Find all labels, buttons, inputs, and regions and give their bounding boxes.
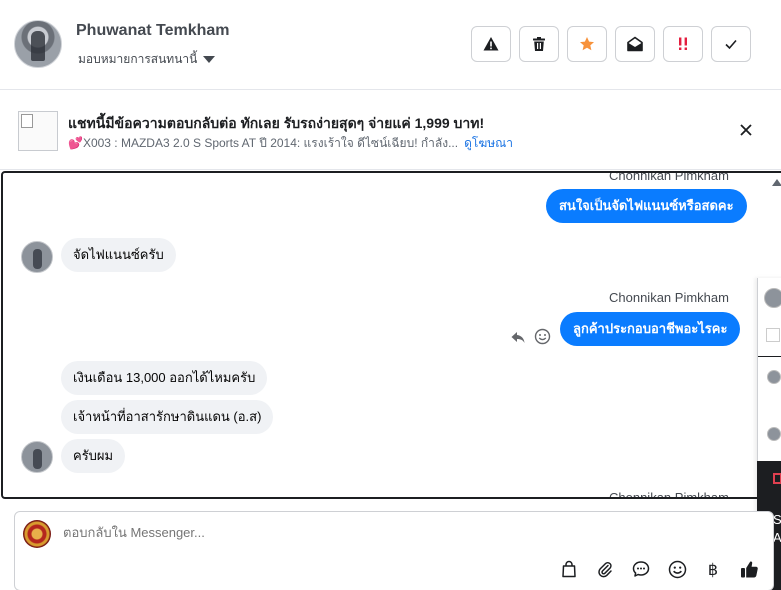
calendar-icon [773,473,781,484]
thumbs-up-icon[interactable] [739,559,759,579]
paperclip-icon[interactable] [595,559,615,579]
reply-input[interactable] [63,525,663,540]
emoji-icon[interactable] [667,559,687,579]
warning-icon [483,37,499,51]
outgoing-message[interactable]: ลูกค้าประกอบอาชีพอะไรคะ [560,312,741,346]
spam-button[interactable] [663,26,703,62]
assign-label: มอบหมายการสนทนานี้ [78,52,198,66]
check-icon [725,39,737,50]
emoji-reaction-icon[interactable] [534,328,551,345]
mark-done-button[interactable] [711,26,751,62]
ad-subtitle-row: 💕X003 : MAZDA3 2.0 S Sports AT ปี 2014: … [68,134,513,153]
conversation-header: Phuwanat Temkham มอบหมายการสนทนานี้ [0,0,781,90]
star-button[interactable] [567,26,607,62]
ad-description: 💕X003 : MAZDA3 2.0 S Sports AT ปี 2014: … [68,136,459,150]
incoming-message[interactable]: เงินเดือน 13,000 ออกได้ไหมครับ [61,361,268,395]
page-avatar [23,520,51,548]
incoming-message[interactable]: จัดไฟแนนซ์ครับ [61,238,176,272]
delete-button[interactable] [519,26,559,62]
envelope-open-icon [627,36,643,52]
view-ad-link[interactable]: ดูโฆษณา [464,136,513,150]
incoming-message[interactable]: เจ้าหน้าที่อาสารักษาดินแดน (อ.ส) [61,400,274,434]
customer-avatar-small [21,441,53,473]
bag-icon[interactable] [559,559,579,579]
panel-avatar [764,288,781,308]
ad-title: แชทนี้มีข้อความตอบกลับต่อ ทักเลย รับรถง่… [68,115,485,131]
scroll-up-arrow-icon[interactable] [772,179,781,186]
incoming-message[interactable]: ครับผม [61,439,126,473]
reply-composer: ฿ [14,511,774,590]
conversation-actions [471,26,751,62]
spam-icon [679,37,687,50]
report-button[interactable] [471,26,511,62]
panel-divider [758,356,781,357]
customer-avatar-small [21,241,53,273]
side-panel-letter: S [773,512,781,527]
ad-thumbnail-image[interactable] [18,111,58,151]
trash-icon [533,37,545,51]
chat-bubble-icon[interactable] [631,559,651,579]
panel-avatar [767,370,781,384]
customer-avatar[interactable] [14,20,62,68]
ad-context-banner: แชทนี้มีข้อความตอบกลับต่อ ทักเลย รับรถง่… [0,92,781,170]
reply-icon[interactable] [510,329,526,345]
outgoing-message[interactable]: สนใจเป็นจัดไฟแนนซ์หรือสดคะ [546,189,747,223]
side-panel-letter: A [773,530,781,545]
message-sender-name: Chonnikan Pimkham [609,290,729,305]
message-thread[interactable]: Chonnikan Pimkham สนใจเป็นจัดไฟแนนซ์หรือ… [1,171,781,499]
mark-unread-button[interactable] [615,26,655,62]
message-tools [510,328,551,345]
message-sender-name: Chonnikan Pimkham [609,171,729,183]
star-icon [580,37,594,51]
composer-toolbar: ฿ [559,559,759,579]
baht-icon[interactable]: ฿ [703,559,723,579]
panel-thumbnail [766,328,780,342]
caret-down-icon [203,56,216,63]
close-icon[interactable] [736,120,756,140]
message-sender-name: Chonnikan Pimkham [609,490,729,499]
panel-avatar [767,427,781,441]
customer-name[interactable]: Phuwanat Temkham [76,22,230,40]
assign-conversation-dropdown[interactable]: มอบหมายการสนทนานี้ [78,50,216,69]
